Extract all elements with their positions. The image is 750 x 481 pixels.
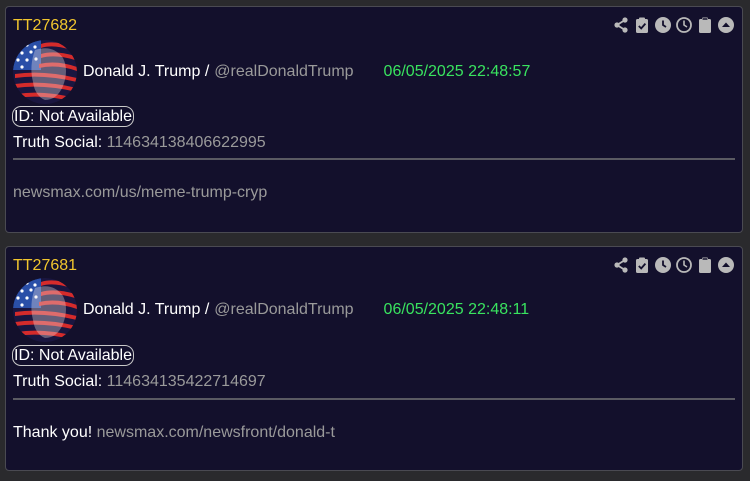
author-row: Donald J. Trump / @realDonaldTrump 06/05…	[13, 277, 529, 343]
author-name: Donald J. Trump /	[83, 301, 210, 318]
clipboard-icon[interactable]	[696, 16, 714, 34]
social-id-value: 114634138406622995	[106, 134, 266, 151]
author-handle[interactable]: @realDonaldTrump	[214, 63, 353, 81]
body-link[interactable]: newsmax.com/us/meme-trump-cryp	[13, 184, 267, 201]
clock-filled-icon[interactable]	[654, 16, 672, 34]
chevron-up-circle-icon[interactable]	[717, 16, 735, 34]
clipboard-icon[interactable]	[696, 256, 714, 274]
avatar	[13, 40, 77, 104]
clock-filled-icon[interactable]	[654, 256, 672, 274]
post-id[interactable]: TT27682	[13, 17, 77, 35]
share-icon[interactable]	[612, 16, 630, 34]
post-body: newsmax.com/us/meme-trump-cryp	[13, 184, 267, 202]
truth-social-id: Truth Social: 114634135422714697	[13, 373, 266, 391]
social-label: Truth Social:	[13, 134, 103, 151]
share-icon[interactable]	[612, 256, 630, 274]
post-card: TT27682 Donald J. Trump / @realDonaldTru…	[5, 6, 743, 233]
body-link[interactable]: newsmax.com/newsfront/donald-t	[97, 424, 335, 441]
clipboard-check-icon[interactable]	[633, 16, 651, 34]
id-badge: ID: Not Available	[12, 345, 134, 366]
id-badge: ID: Not Available	[12, 106, 134, 127]
social-label: Truth Social:	[13, 373, 103, 390]
post-card: TT27681 Donald J. Trump / @realDonaldTru…	[5, 246, 743, 471]
body-text: Thank you!	[13, 424, 93, 441]
clipboard-check-icon[interactable]	[633, 256, 651, 274]
clock-outline-icon[interactable]	[675, 256, 693, 274]
truth-social-id: Truth Social: 114634138406622995	[13, 134, 266, 152]
avatar	[13, 278, 77, 342]
post-datetime[interactable]: 06/05/2025 22:48:11	[384, 301, 530, 319]
post-body: Thank you! newsmax.com/newsfront/donald-…	[13, 424, 335, 442]
post-actions	[612, 16, 735, 34]
clock-outline-icon[interactable]	[675, 16, 693, 34]
divider	[13, 398, 735, 400]
post-actions	[612, 256, 735, 274]
author-row: Donald J. Trump / @realDonaldTrump 06/05…	[13, 39, 530, 105]
post-datetime[interactable]: 06/05/2025 22:48:57	[384, 63, 531, 81]
divider	[13, 158, 735, 160]
social-id-value: 114634135422714697	[106, 373, 266, 390]
post-id[interactable]: TT27681	[13, 257, 77, 275]
chevron-up-circle-icon[interactable]	[717, 256, 735, 274]
author-handle[interactable]: @realDonaldTrump	[214, 301, 353, 319]
author-name: Donald J. Trump /	[83, 63, 210, 80]
